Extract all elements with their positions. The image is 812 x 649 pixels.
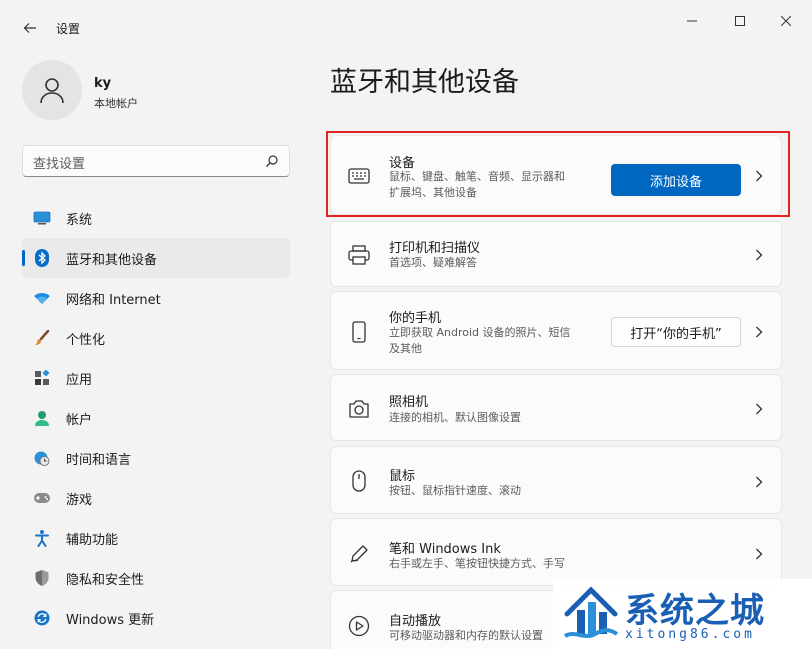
chevron-right-icon xyxy=(753,248,765,262)
sidebar-item-accounts[interactable]: 帐户 xyxy=(22,398,290,438)
sidebar-nav: 系统 蓝牙和其他设备 网络和 Internet 个性化 应用 帐户 时间和语言 … xyxy=(22,198,290,638)
clock-globe-icon xyxy=(33,449,51,467)
sidebar-item-accessibility[interactable]: 辅助功能 xyxy=(22,518,290,558)
sidebar-item-label: 个性化 xyxy=(66,332,106,348)
card-desc-line1: 首选项、疑难解答 xyxy=(389,256,477,269)
watermark-url: xitong86.com xyxy=(625,627,755,642)
sidebar-item-label: 辅助功能 xyxy=(66,532,119,548)
search-placeholder: 查找设置 xyxy=(33,157,86,172)
minimize-icon xyxy=(687,20,697,22)
bluetooth-icon xyxy=(33,249,51,267)
sidebar-item-network[interactable]: 网络和 Internet xyxy=(22,278,290,318)
back-arrow-icon xyxy=(23,23,36,33)
user-name: ky xyxy=(94,76,112,91)
chevron-right-icon xyxy=(753,547,765,561)
person-icon xyxy=(33,409,51,427)
close-icon xyxy=(781,16,791,26)
card-title: 笔和 Windows Ink xyxy=(389,542,501,557)
person-icon xyxy=(40,78,64,104)
card-desc-line2: 及其他 xyxy=(389,342,422,355)
maximize-icon xyxy=(735,16,745,26)
wifi-icon xyxy=(33,289,51,307)
sidebar-item-personalization[interactable]: 个性化 xyxy=(22,318,290,358)
your-phone-card[interactable]: 你的手机 立即获取 Android 设备的照片、短信 及其他 打开“你的手机” xyxy=(330,291,782,370)
card-title: 鼠标 xyxy=(389,469,416,484)
chevron-right-icon xyxy=(753,402,765,416)
card-desc-line1: 按钮、鼠标指针速度、滚动 xyxy=(389,484,521,497)
card-desc-line1: 右手或左手、笔按钮快捷方式、手写 xyxy=(389,557,565,570)
card-title: 你的手机 xyxy=(389,311,442,326)
sidebar-item-label: 时间和语言 xyxy=(66,452,132,468)
brush-icon xyxy=(33,329,51,347)
mouse-card[interactable]: 鼠标 按钮、鼠标指针速度、滚动 xyxy=(330,446,782,514)
accessibility-icon xyxy=(33,529,51,547)
settings-window: 设置 ky 本地帐户 查找设置 系统 蓝牙和其他设备 网络和 Internet … xyxy=(0,0,812,649)
minimize-button[interactable] xyxy=(672,8,712,34)
pen-windows-ink-card[interactable]: 笔和 Windows Ink 右手或左手、笔按钮快捷方式、手写 xyxy=(330,518,782,586)
maximize-button[interactable] xyxy=(720,8,760,34)
avatar[interactable] xyxy=(22,60,82,120)
sidebar-item-label: 帐户 xyxy=(66,412,93,428)
sidebar-item-windows-update[interactable]: Windows 更新 xyxy=(22,598,290,638)
sidebar-item-label: 应用 xyxy=(66,372,93,388)
sidebar-item-label: 蓝牙和其他设备 xyxy=(66,252,158,268)
title-bar: 设置 xyxy=(0,0,812,50)
chevron-right-icon xyxy=(753,325,765,339)
watermark: 系统之城 xitong86.com xyxy=(553,579,812,649)
sidebar-item-label: 系统 xyxy=(66,212,93,228)
camera-icon xyxy=(347,397,371,421)
highlight-box xyxy=(326,131,790,217)
card-title: 打印机和扫描仪 xyxy=(389,241,481,256)
sidebar-item-label: 网络和 Internet xyxy=(66,292,161,308)
card-title: 照相机 xyxy=(389,395,429,410)
sidebar-item-label: 隐私和安全性 xyxy=(66,572,145,588)
sidebar-item-gaming[interactable]: 游戏 xyxy=(22,478,290,518)
autoplay-icon xyxy=(347,614,371,638)
sidebar-item-bluetooth[interactable]: 蓝牙和其他设备 xyxy=(22,238,290,278)
camera-card[interactable]: 照相机 连接的相机、默认图像设置 xyxy=(330,374,782,441)
open-your-phone-button[interactable]: 打开“你的手机” xyxy=(611,317,741,347)
watermark-brand: 系统之城 xyxy=(625,591,765,631)
search-input[interactable]: 查找设置 xyxy=(22,145,290,177)
house-logo-icon xyxy=(563,586,619,638)
sidebar-item-apps[interactable]: 应用 xyxy=(22,358,290,398)
app-title: 设置 xyxy=(56,22,81,36)
card-desc-line1: 连接的相机、默认图像设置 xyxy=(389,411,521,424)
card-title: 自动播放 xyxy=(389,614,442,629)
account-type: 本地帐户 xyxy=(94,97,138,110)
sidebar-item-system[interactable]: 系统 xyxy=(22,198,290,238)
phone-icon xyxy=(347,320,371,344)
printers-scanners-card[interactable]: 打印机和扫描仪 首选项、疑难解答 xyxy=(330,221,782,287)
search-icon xyxy=(266,155,278,167)
printer-icon xyxy=(347,243,371,267)
back-button[interactable] xyxy=(16,14,44,42)
sidebar-item-privacy[interactable]: 隐私和安全性 xyxy=(22,558,290,598)
mouse-icon xyxy=(347,469,371,493)
shield-icon xyxy=(33,569,51,587)
chevron-right-icon xyxy=(753,475,765,489)
apps-icon xyxy=(33,369,51,387)
sidebar-item-label: 游戏 xyxy=(66,492,93,508)
update-icon xyxy=(33,609,51,627)
card-desc-line1: 可移动驱动器和内存的默认设置 xyxy=(389,629,543,642)
gamepad-icon xyxy=(33,489,51,507)
page-title: 蓝牙和其他设备 xyxy=(330,67,519,98)
card-desc-line1: 立即获取 Android 设备的照片、短信 xyxy=(389,326,571,339)
sidebar-item-label: Windows 更新 xyxy=(66,612,155,628)
sidebar-item-time-language[interactable]: 时间和语言 xyxy=(22,438,290,478)
close-button[interactable] xyxy=(766,8,806,34)
pen-icon xyxy=(347,542,371,566)
monitor-icon xyxy=(33,209,51,227)
